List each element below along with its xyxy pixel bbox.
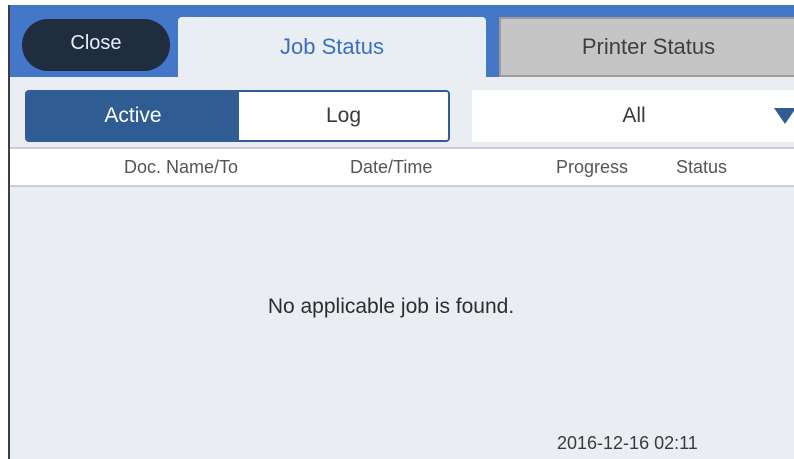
log-segment[interactable]: Log bbox=[239, 92, 448, 140]
dropdown-value: All bbox=[622, 104, 646, 127]
active-segment[interactable]: Active bbox=[27, 92, 239, 140]
job-list[interactable]: No applicable job is found. 2016-12-16 0… bbox=[10, 187, 794, 459]
job-status-screen: Close Job Status Printer Status Active L… bbox=[8, 5, 794, 459]
clock-timestamp: 2016-12-16 02:11 bbox=[557, 433, 698, 453]
column-header-progress: Progress bbox=[556, 157, 629, 177]
column-header-doc-name: Doc. Name/To bbox=[124, 157, 239, 177]
active-log-segmented-control: Active Log bbox=[25, 90, 450, 142]
filter-row: Active Log All bbox=[10, 77, 794, 147]
tab-printer-status[interactable]: Printer Status bbox=[499, 17, 794, 77]
empty-state-message: No applicable job is found. bbox=[267, 295, 515, 318]
filter-dropdown[interactable]: All bbox=[472, 90, 794, 142]
triangle-down-icon bbox=[774, 108, 794, 124]
column-header-date-time: Date/Time bbox=[350, 157, 433, 177]
column-header-status: Status bbox=[676, 157, 728, 177]
tab-job-status[interactable]: Job Status bbox=[178, 17, 486, 77]
table-header: Doc. Name/To Date/Time Progress Status bbox=[10, 147, 794, 187]
header-bar: Close Job Status Printer Status bbox=[10, 5, 794, 77]
close-button[interactable]: Close bbox=[22, 19, 170, 71]
